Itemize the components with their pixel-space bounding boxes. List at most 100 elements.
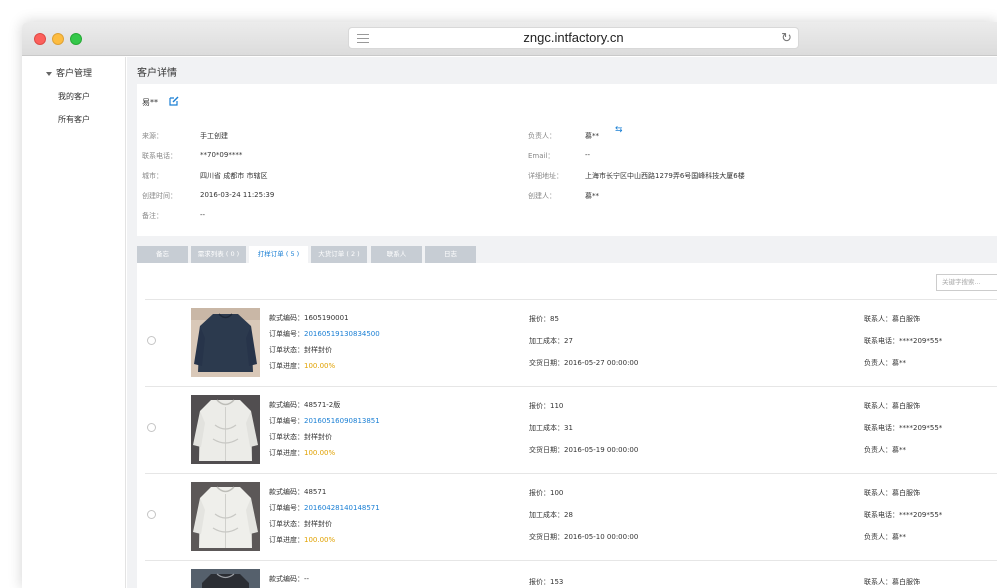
tab-memo[interactable]: 备忘 — [137, 246, 188, 263]
order-progress-label: 订单进度： — [269, 449, 304, 457]
sidebar: 客户管理 我的客户 所有客户 — [22, 57, 126, 588]
address-bar[interactable]: zngc.intfactory.cn ↻ — [348, 27, 799, 49]
order-number-label: 订单编号： — [269, 330, 304, 338]
order-progress: 订单进度：100.00% — [269, 535, 335, 545]
order-style-code: 款式编码：48571 — [269, 488, 327, 496]
order-row: 款式编码：-- 报价：153 联系人：慕白服饰 — [145, 560, 997, 588]
field-value-phone: **70*09**** — [200, 151, 243, 159]
tab-bulk-orders[interactable]: 大货订单 ( 2 ) — [311, 246, 367, 263]
field-label-creator: 创建人： — [528, 192, 556, 200]
sidebar-group-customer-management[interactable]: 客户管理 — [46, 66, 92, 79]
order-progress-value: 100.00% — [304, 536, 336, 544]
field-label-source: 来源： — [142, 132, 163, 140]
field-label-email: Email： — [528, 152, 555, 160]
field-value-source: 手工创建 — [200, 132, 228, 140]
field-label-remark: 备注： — [142, 212, 163, 220]
order-number-label: 订单编号： — [269, 504, 304, 512]
order-contact: 联系人：慕白服饰 — [864, 489, 920, 497]
field-value-email: -- — [585, 151, 591, 159]
order-quote: 报价：153 — [529, 578, 564, 586]
order-owner: 负责人：慕** — [864, 533, 906, 541]
garment-thumbnail[interactable] — [191, 395, 260, 464]
order-row: 款式编码：48571 订单编号：20160428140148571 订单状态：封… — [145, 473, 997, 560]
order-progress-label: 订单进度： — [269, 362, 304, 370]
field-value-owner: 慕** — [585, 132, 599, 140]
garment-thumbnail[interactable] — [191, 569, 260, 588]
order-style-code: 款式编码：1605190001 — [269, 314, 349, 322]
order-style-code: 款式编码：48571-2版 — [269, 401, 341, 409]
order-contact: 联系人：慕白服饰 — [864, 315, 920, 323]
order-number-label: 订单编号： — [269, 417, 304, 425]
field-label-phone: 联系电话： — [142, 152, 177, 160]
sidebar-item-all-customers[interactable]: 所有客户 — [58, 114, 90, 125]
order-quote: 报价：85 — [529, 315, 559, 323]
field-label-address: 详细地址： — [528, 172, 563, 180]
order-delivery-date: 交货日期：2016-05-27 00:00:00 — [529, 359, 639, 367]
order-select-radio[interactable] — [147, 423, 156, 432]
browser-window: zngc.intfactory.cn ↻ 客户管理 我的客户 所有客户 客户详情… — [22, 22, 997, 588]
sidebar-group-label: 客户管理 — [56, 69, 93, 79]
page-title: 客户详情 — [137, 68, 177, 79]
tab-logs[interactable]: 日志 — [425, 246, 476, 263]
tab-contacts[interactable]: 联系人 — [371, 246, 422, 263]
order-contact-phone: 联系电话：****209*55* — [864, 337, 943, 345]
field-value-creator: 慕** — [585, 192, 599, 200]
order-number: 订单编号：20160516090813851 — [269, 416, 380, 426]
field-value-address: 上海市长宁区中山西路1279弄6号国峰科技大厦6楼 — [585, 172, 745, 180]
sample-order-list: 关键字搜索... 款式编码：1605190001 订单编号：2016051913… — [137, 263, 997, 588]
order-number-link[interactable]: 20160428140148571 — [304, 504, 380, 512]
field-value-city: 四川省 成都市 市辖区 — [200, 172, 268, 180]
order-contact: 联系人：慕白服饰 — [864, 578, 920, 586]
order-progress-value: 100.00% — [304, 362, 336, 370]
field-value-created-time: 2016-03-24 11:25:39 — [200, 191, 275, 199]
tab-sample-orders[interactable]: 打样订单 ( 5 ) — [249, 246, 308, 263]
order-contact: 联系人：慕白服饰 — [864, 402, 920, 410]
order-select-radio[interactable] — [147, 336, 156, 345]
field-label-city: 城市： — [142, 172, 163, 180]
order-progress: 订单进度：100.00% — [269, 448, 335, 458]
order-contact-phone: 联系电话：****209*55* — [864, 424, 943, 432]
tab-requirements[interactable]: 需求列表 ( 0 ) — [191, 246, 246, 263]
edit-icon[interactable] — [169, 96, 179, 106]
order-progress-label: 订单进度： — [269, 536, 304, 544]
order-delivery-date: 交货日期：2016-05-10 00:00:00 — [529, 533, 639, 541]
field-label-created-time: 创建时间： — [142, 192, 177, 200]
order-style-code: 款式编码：-- — [269, 575, 310, 583]
main-content: 客户详情 易** 来源： 手工创建 联系电话： **70*09**** 城市： … — [127, 57, 997, 588]
order-owner: 负责人：慕** — [864, 359, 906, 367]
customer-name: 易** — [142, 98, 158, 107]
order-quote: 报价：110 — [529, 402, 564, 410]
minimize-window-button[interactable] — [52, 33, 64, 45]
order-number-link[interactable]: 20160519130834500 — [304, 330, 380, 338]
browser-titlebar: zngc.intfactory.cn ↻ — [22, 22, 997, 56]
close-window-button[interactable] — [34, 33, 46, 45]
transfer-owner-icon[interactable]: ⇆ — [615, 126, 623, 135]
sidebar-item-my-customers[interactable]: 我的客户 — [58, 91, 90, 102]
order-cost: 加工成本：28 — [529, 511, 573, 519]
order-contact-phone: 联系电话：****209*55* — [864, 511, 943, 519]
order-delivery-date: 交货日期：2016-05-19 00:00:00 — [529, 446, 639, 454]
order-progress: 订单进度：100.00% — [269, 361, 335, 371]
order-number-link[interactable]: 20160516090813851 — [304, 417, 380, 425]
order-select-radio[interactable] — [147, 510, 156, 519]
order-quote: 报价：100 — [529, 489, 564, 497]
order-number: 订单编号：20160428140148571 — [269, 503, 380, 513]
order-cost: 加工成本：27 — [529, 337, 573, 345]
order-progress-value: 100.00% — [304, 449, 336, 457]
field-value-remark: -- — [200, 211, 206, 219]
garment-thumbnail[interactable] — [191, 308, 260, 377]
field-label-owner: 负责人： — [528, 132, 556, 140]
order-row: 款式编码：1605190001 订单编号：20160519130834500 订… — [145, 299, 997, 386]
order-owner: 负责人：慕** — [864, 446, 906, 454]
customer-info-panel: 易** 来源： 手工创建 联系电话： **70*09**** 城市： 四川省 成… — [137, 84, 997, 236]
order-status: 订单状态：封样封价 — [269, 520, 332, 528]
garment-thumbnail[interactable] — [191, 482, 260, 551]
reload-icon[interactable]: ↻ — [781, 32, 792, 45]
maximize-window-button[interactable] — [70, 33, 82, 45]
order-number: 订单编号：20160519130834500 — [269, 329, 380, 339]
order-status: 订单状态：封样封价 — [269, 346, 332, 354]
order-row: 款式编码：48571-2版 订单编号：20160516090813851 订单状… — [145, 386, 997, 473]
caret-down-icon — [46, 71, 52, 76]
order-cost: 加工成本：31 — [529, 424, 573, 432]
keyword-search-input[interactable]: 关键字搜索... — [936, 274, 997, 291]
